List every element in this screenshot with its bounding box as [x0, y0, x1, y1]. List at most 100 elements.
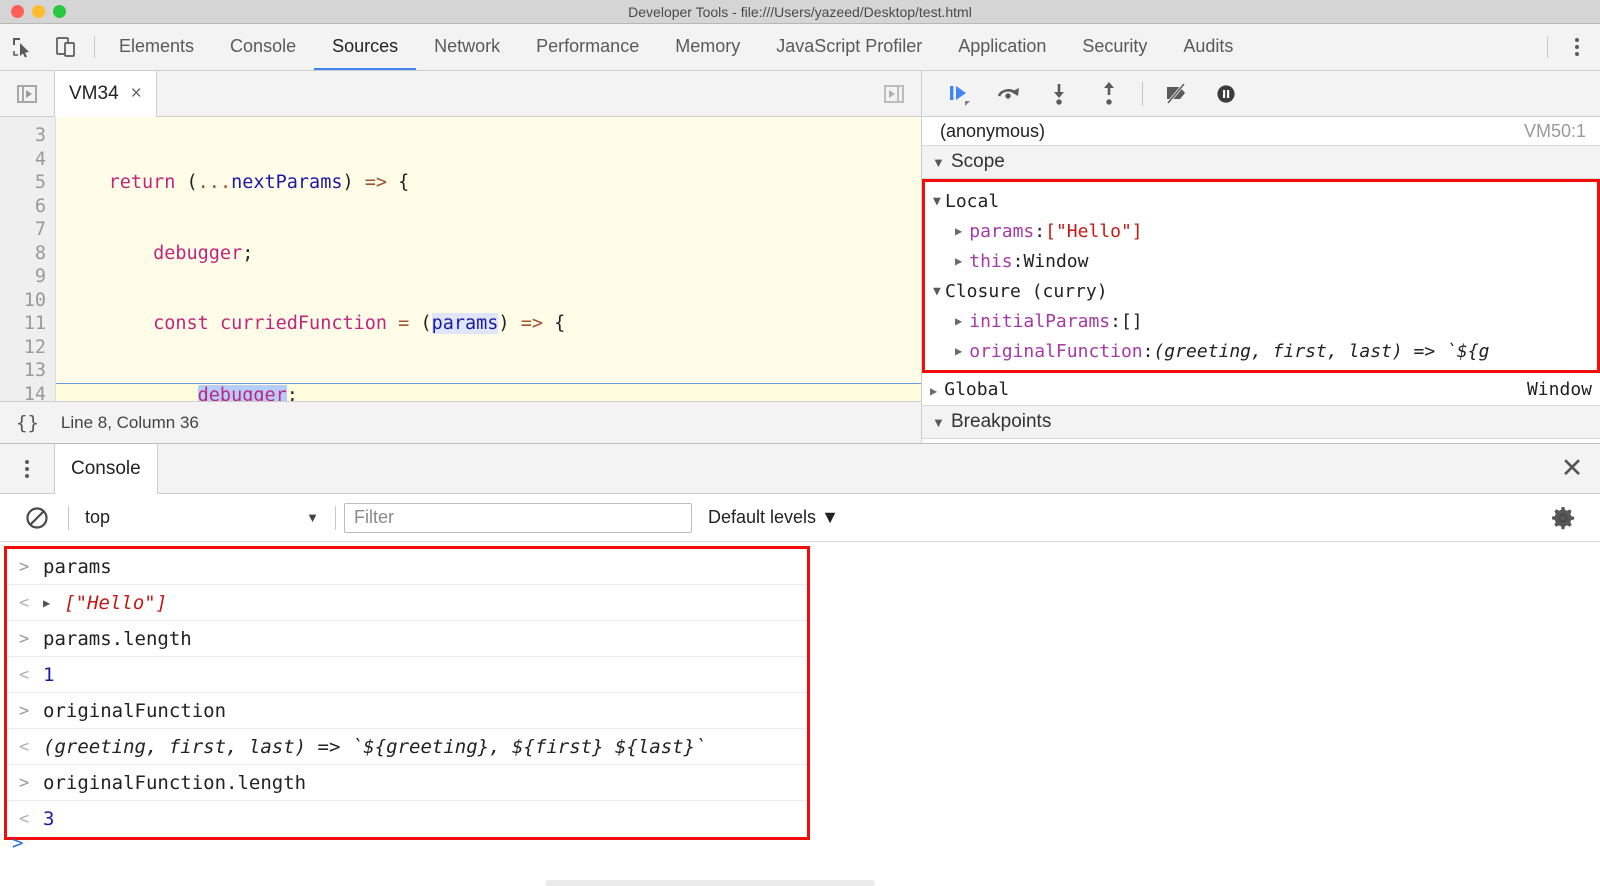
scope-entry-params[interactable]: ▶ params : ["Hello"]	[925, 216, 1597, 246]
file-tab-label: VM34	[69, 83, 119, 105]
expand-arrow-icon[interactable]: ▶	[43, 596, 50, 610]
debugger-toolbar	[922, 71, 1600, 117]
tab-label: Audits	[1183, 36, 1233, 57]
cursor-position: Line 8, Column 36	[61, 413, 199, 433]
chevron-down-icon: ▼	[932, 155, 944, 170]
show-navigator-icon[interactable]	[0, 71, 54, 116]
console-output-row[interactable]: < 3	[7, 801, 807, 837]
window-title-bar: Developer Tools - file:///Users/yazeed/D…	[0, 0, 1600, 24]
kebab-menu-icon[interactable]	[1554, 24, 1600, 70]
output-chevron-icon: <	[19, 665, 33, 685]
tab-network[interactable]: Network	[416, 24, 518, 70]
console-input-row[interactable]: > params	[7, 549, 807, 585]
scope-group-local[interactable]: ▼ Local	[925, 186, 1597, 216]
close-window-button[interactable]	[11, 5, 24, 18]
tab-sources[interactable]: Sources	[314, 24, 416, 70]
tab-security[interactable]: Security	[1064, 24, 1165, 70]
tab-elements[interactable]: Elements	[101, 24, 212, 70]
minimize-window-button[interactable]	[32, 5, 45, 18]
tab-label: Sources	[332, 36, 398, 57]
window-title: Developer Tools - file:///Users/yazeed/D…	[0, 4, 1600, 20]
chevron-right-icon[interactable]: ▶	[955, 314, 962, 328]
console-input-row[interactable]: > originalFunction.length	[7, 765, 807, 801]
console-output-row[interactable]: < ▶ ["Hello"]	[7, 585, 807, 621]
editor-status-bar: {} Line 8, Column 36	[0, 401, 921, 443]
chevron-right-icon[interactable]: ▶	[955, 224, 962, 238]
tab-label: Memory	[675, 36, 740, 57]
console-output-row[interactable]: < 1	[7, 657, 807, 693]
breakpoints-section-header[interactable]: ▼ Breakpoints	[922, 405, 1600, 439]
code-editor[interactable]: 3 4 5 6 7 8 9 10 11 12 13 14 return (...…	[0, 117, 921, 401]
resume-icon[interactable]	[936, 76, 982, 112]
log-levels-selector[interactable]: Default levels ▼	[708, 507, 839, 528]
show-debugger-icon[interactable]	[867, 71, 921, 116]
file-tabbar-spacer	[157, 71, 867, 116]
execution-context-selector[interactable]: top ▼	[77, 507, 327, 528]
gear-icon[interactable]	[1540, 505, 1586, 531]
scope-group-global[interactable]: ▶Global Window	[922, 373, 1600, 405]
device-toolbar-icon[interactable]	[44, 24, 88, 70]
scope-global-label: Global	[944, 379, 1009, 400]
call-stack-row[interactable]: (anonymous) VM50:1	[922, 117, 1600, 145]
code-line-6-execution: debugger;	[56, 383, 921, 402]
window-controls[interactable]	[0, 5, 66, 18]
line-number: 12	[0, 336, 46, 360]
scope-entry-separator: :	[1110, 311, 1121, 332]
scope-variables-highlight: ▼ Local ▶ params : ["Hello"] ▶ this : Wi…	[922, 179, 1600, 373]
tab-console[interactable]: Console	[212, 24, 314, 70]
step-out-icon[interactable]	[1086, 76, 1132, 112]
line-number: 6	[0, 195, 46, 219]
chevron-right-icon[interactable]: ▶	[955, 254, 962, 268]
step-into-icon[interactable]	[1036, 76, 1082, 112]
filter-input[interactable]	[344, 503, 692, 533]
console-output[interactable]: > params < ▶ ["Hello"] > params.length <	[0, 542, 1600, 886]
call-stack-location: VM50:1	[1524, 121, 1586, 142]
deactivate-breakpoints-icon[interactable]	[1153, 76, 1199, 112]
close-icon[interactable]: ✕	[1544, 444, 1600, 493]
scope-entry-name: params	[969, 221, 1034, 242]
scope-group-closure[interactable]: ▼ Closure (curry)	[925, 276, 1597, 306]
source-editor-pane: VM34 × 3 4 5 6 7 8 9 10 11	[0, 71, 922, 443]
drawer-tab-label: Console	[71, 458, 141, 480]
zoom-window-button[interactable]	[53, 5, 66, 18]
input-chevron-icon: >	[19, 629, 33, 649]
toolbar-divider	[94, 36, 95, 58]
pretty-print-braces-icon[interactable]: {}	[16, 412, 39, 434]
drawer-tabbar-spacer	[158, 444, 1544, 493]
horizontal-scrollbar[interactable]	[545, 880, 875, 886]
line-number: 3	[0, 124, 46, 148]
tab-audits[interactable]: Audits	[1165, 24, 1251, 70]
kebab-menu-icon[interactable]	[0, 444, 54, 493]
scope-entry-value: []	[1121, 311, 1143, 332]
scope-entry-this[interactable]: ▶ this : Window	[925, 246, 1597, 276]
console-prompt[interactable]: >	[12, 832, 23, 854]
pause-on-exceptions-icon[interactable]	[1203, 76, 1249, 112]
scope-section-header[interactable]: ▼ Scope	[922, 145, 1600, 179]
source-file-tabbar: VM34 ×	[0, 71, 921, 117]
file-tab-vm34[interactable]: VM34 ×	[54, 71, 157, 117]
step-over-icon[interactable]	[986, 76, 1032, 112]
code-content[interactable]: return (...nextParams) => { debugger; co…	[56, 117, 921, 401]
scope-entry-separator: :	[1143, 341, 1154, 362]
tab-javascript-profiler[interactable]: JavaScript Profiler	[758, 24, 940, 70]
console-drawer: Console ✕ top ▼ Default levels ▼	[0, 443, 1600, 886]
chevron-right-icon[interactable]: ▶	[930, 384, 937, 398]
close-icon[interactable]: ×	[131, 83, 142, 105]
chevron-right-icon[interactable]: ▶	[955, 344, 962, 358]
console-input-row[interactable]: > originalFunction	[7, 693, 807, 729]
line-number: 7	[0, 218, 46, 242]
scope-group-label: Closure (curry)	[945, 281, 1108, 302]
tab-application[interactable]: Application	[940, 24, 1064, 70]
scope-entry-initialparams[interactable]: ▶ initialParams : []	[925, 306, 1597, 336]
call-stack-function: (anonymous)	[940, 121, 1045, 142]
tab-label: Performance	[536, 36, 639, 57]
devtools-main-tabbar: Elements Console Sources Network Perform…	[0, 24, 1600, 71]
inspect-element-icon[interactable]	[0, 24, 44, 70]
console-input-row[interactable]: > params.length	[7, 621, 807, 657]
scope-entry-originalfunction[interactable]: ▶ originalFunction : (greeting, first, l…	[925, 336, 1597, 366]
console-output-row[interactable]: < (greeting, first, last) => `${greeting…	[7, 729, 807, 765]
drawer-tab-console[interactable]: Console	[54, 444, 158, 494]
clear-console-icon[interactable]	[14, 505, 60, 531]
tab-performance[interactable]: Performance	[518, 24, 657, 70]
tab-memory[interactable]: Memory	[657, 24, 758, 70]
